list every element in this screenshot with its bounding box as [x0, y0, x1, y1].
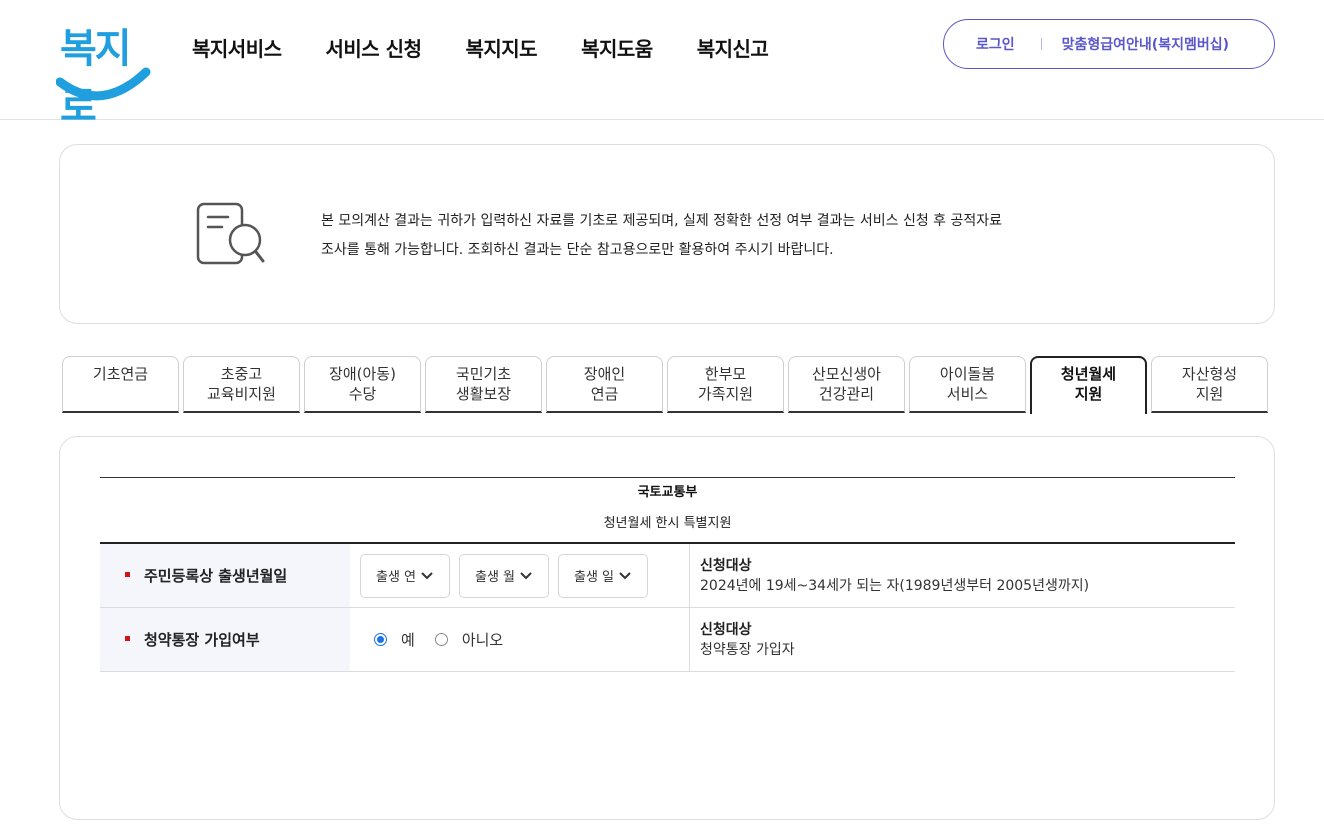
login-link[interactable]: 로그인 [976, 34, 1015, 54]
nav-welfare-services[interactable]: 복지서비스 [192, 33, 282, 62]
info-title: 신청대상 [700, 558, 752, 574]
main-nav: 복지서비스 서비스 신청 복지지도 복지도움 복지신고 [192, 33, 812, 62]
birth-year-select[interactable]: 출생 연 [360, 553, 450, 598]
document-search-icon [196, 202, 265, 265]
tab-maternal-newborn[interactable]: 산모신생아 건강관리 [788, 356, 905, 413]
tab-education-support[interactable]: 초중고 교육비지원 [183, 356, 300, 413]
tab-youth-rent[interactable]: 청년월세 지원 [1030, 356, 1147, 414]
radio-yes-label[interactable]: 예 [401, 629, 415, 650]
required-bullet [125, 636, 130, 641]
chevron-down-icon [421, 571, 433, 579]
birthdate-label: 주민등록상 출생년월일 [144, 567, 288, 585]
savings-account-row: 청약통장 가입여부 예 아니오 신청대상 청약통장 가입자 [100, 608, 1235, 672]
benefit-guide-link[interactable]: 맞춤형급여안내(복지멤버십) [1062, 34, 1229, 54]
savings-inputs: 예 아니오 [350, 608, 690, 671]
required-bullet [125, 572, 130, 577]
savings-radio-group: 예 아니오 [360, 629, 523, 650]
nav-welfare-map[interactable]: 복지지도 [465, 33, 537, 62]
radio-no-label[interactable]: 아니오 [462, 629, 503, 650]
program-tabs: 기초연금 초중고 교육비지원 장애(아동) 수당 국민기초 생활보장 장애인 연… [62, 356, 1272, 414]
nav-service-apply[interactable]: 서비스 신청 [326, 33, 422, 62]
panel-heading: 국토교통부 청년월세 한시 특별지원 [100, 477, 1235, 531]
radio-yes[interactable] [374, 633, 387, 646]
tab-basic-pension[interactable]: 기초연금 [62, 356, 179, 413]
birth-day-value: 출생 일 [573, 570, 614, 585]
notice-text: 본 모의계산 결과는 귀하가 입력하신 자료를 기초로 제공되며, 실제 정확한… [321, 207, 1141, 265]
tab-childcare-service[interactable]: 아이돌봄 서비스 [909, 356, 1026, 413]
savings-info: 신청대상 청약통장 가입자 [690, 608, 1235, 671]
notice-line-1: 본 모의계산 결과는 귀하가 입력하신 자료를 기초로 제공되며, 실제 정확한… [321, 213, 1003, 229]
notice-line-2: 조사를 통해 가능합니다. 조회하신 결과는 단순 참고용으로만 활용하여 주시… [321, 242, 834, 258]
logo-smile-icon [56, 67, 151, 101]
tab-asset-building[interactable]: 자산형성 지원 [1151, 356, 1268, 413]
birth-year-value: 출생 연 [375, 570, 416, 585]
birthdate-label-cell: 주민등록상 출생년월일 [100, 544, 350, 607]
birthdate-info: 신청대상 2024년에 19세~34세가 되는 자(1989년생부터 2005년… [690, 544, 1235, 607]
chevron-down-icon [520, 571, 532, 579]
info-description: 청약통장 가입자 [700, 642, 795, 658]
savings-label: 청약통장 가입여부 [144, 631, 260, 649]
site-header: 복지로 복지서비스 서비스 신청 복지지도 복지도움 복지신고 로그인 맞춤형급… [0, 0, 1324, 130]
bokjiro-logo[interactable]: 복지로 [56, 14, 152, 130]
savings-label-cell: 청약통장 가입여부 [100, 608, 350, 671]
tab-basic-livelihood[interactable]: 국민기초 생활보장 [425, 356, 542, 413]
program-name: 청년월세 한시 특별지원 [603, 516, 732, 531]
radio-no[interactable] [434, 633, 448, 646]
birth-day-select[interactable]: 출생 일 [558, 553, 648, 598]
header-account-pill: 로그인 맞춤형급여안내(복지멤버십) [943, 19, 1275, 69]
tab-disability-pension[interactable]: 장애인 연금 [546, 356, 663, 413]
birth-month-value: 출생 월 [474, 570, 515, 585]
eligibility-form: 주민등록상 출생년월일 출생 연 출생 월 출생 일 신청대상 2024년에 1… [100, 542, 1235, 672]
info-description: 2024년에 19세~34세가 되는 자(1989년생부터 2005년생까지) [700, 578, 1090, 594]
birthdate-inputs: 출생 연 출생 월 출생 일 [350, 544, 690, 607]
birth-month-select[interactable]: 출생 월 [459, 553, 549, 598]
info-title: 신청대상 [700, 622, 752, 638]
calculator-panel: 국토교통부 청년월세 한시 특별지원 주민등록상 출생년월일 출생 연 출생 월… [59, 436, 1275, 820]
ministry-name: 국토교통부 [637, 485, 698, 500]
pill-divider [1040, 38, 1042, 50]
birthdate-row: 주민등록상 출생년월일 출생 연 출생 월 출생 일 신청대상 2024년에 1… [100, 544, 1235, 608]
chevron-down-icon [619, 571, 631, 579]
tab-disability-child-allowance[interactable]: 장애(아동) 수당 [304, 356, 421, 413]
notice-box: 본 모의계산 결과는 귀하가 입력하신 자료를 기초로 제공되며, 실제 정확한… [59, 144, 1275, 324]
nav-welfare-report[interactable]: 복지신고 [697, 33, 769, 62]
tab-single-parent[interactable]: 한부모 가족지원 [667, 356, 784, 413]
nav-welfare-help[interactable]: 복지도움 [581, 33, 653, 62]
